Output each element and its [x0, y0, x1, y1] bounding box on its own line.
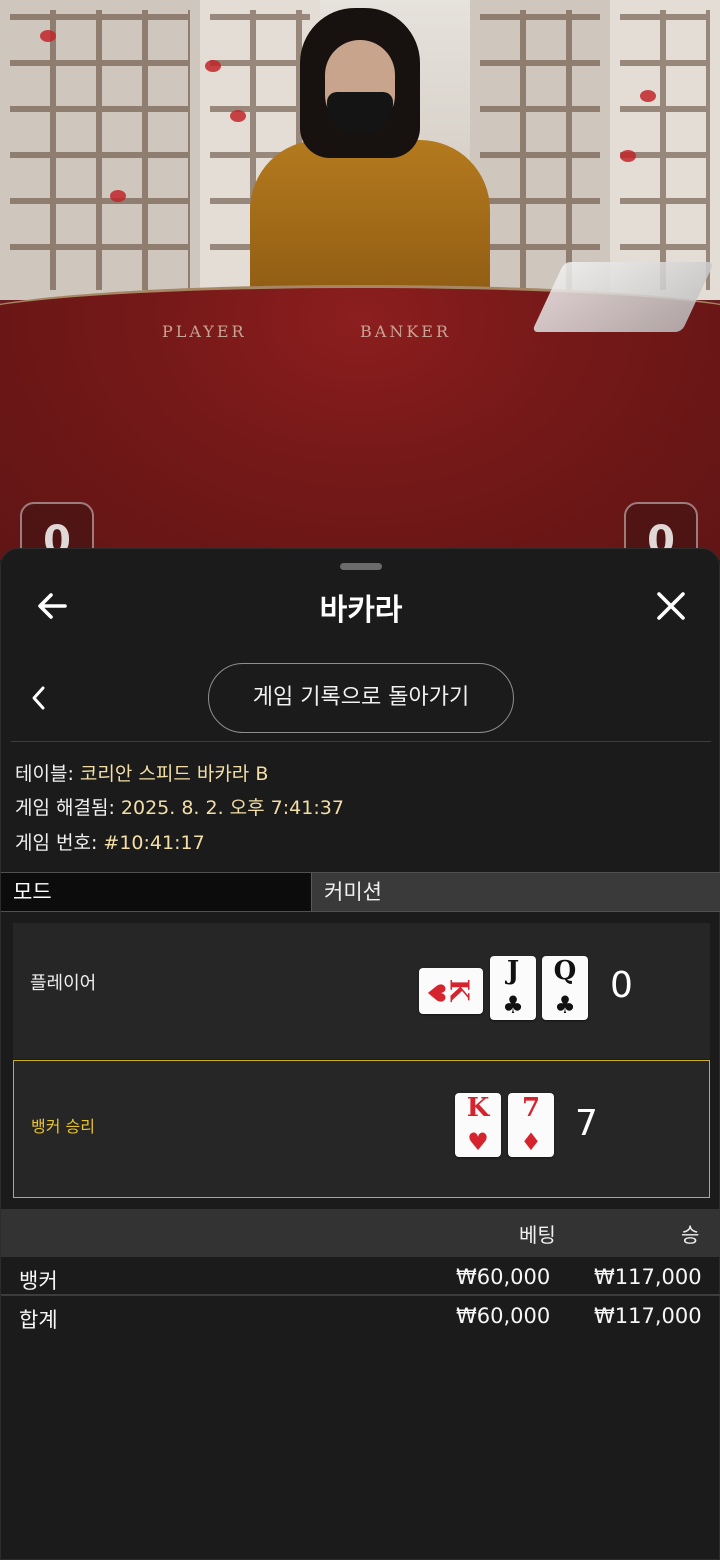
table-row: 뱅커 ₩60,000 ₩117,000 [1, 1259, 720, 1297]
banker-hand-panel: 뱅커 승리 K ♥ 7 ♦ 7 [13, 1060, 710, 1198]
back-to-history-button[interactable]: 게임 기록으로 돌아가기 [208, 663, 514, 733]
player-hand-panel: 플레이어 K ♥ J ♣ Q ♣ 0 [13, 923, 710, 1059]
page-title: 바카라 [319, 593, 403, 628]
felt-banker-text: BANKER [360, 322, 451, 341]
total-label: 합계 [19, 1308, 58, 1332]
row-divider [1, 1294, 720, 1296]
blossom [620, 150, 636, 162]
game-number-info: 게임 번호: #10:41:17 [15, 832, 205, 854]
column-win: 승 [681, 1223, 700, 1247]
bet-amount: ₩60,000 [456, 1265, 551, 1289]
live-video: PLAYER BANKER 0 0 [0, 0, 720, 560]
lattice-screen-right [470, 0, 610, 300]
blossom [205, 60, 221, 72]
close-icon[interactable] [654, 589, 688, 623]
player-label: 플레이어 [30, 973, 97, 994]
tab-mode[interactable]: 모드 [1, 873, 312, 911]
bets-table-header: 베팅 승 [1, 1209, 720, 1257]
chevron-left-icon[interactable] [27, 683, 51, 713]
blossom [640, 90, 656, 102]
divider [11, 741, 711, 742]
player-card-1: J ♣ [490, 956, 536, 1020]
mode-tabs: 모드 커미션 [1, 872, 720, 912]
tab-commission[interactable]: 커미션 [312, 873, 720, 911]
player-score: 0 [610, 965, 633, 1006]
total-bet: ₩60,000 [456, 1304, 551, 1328]
banker-score: 7 [575, 1103, 598, 1144]
lattice-screen-left [0, 0, 200, 300]
sheet-header: 바카라 [1, 579, 720, 631]
player-card-2: Q ♣ [542, 956, 588, 1020]
blossom [40, 30, 56, 42]
table-info: 테이블: 코리안 스피드 바카라 B [15, 763, 269, 785]
blossom [110, 190, 126, 202]
win-amount: ₩117,000 [594, 1265, 702, 1289]
table-row-total: 합계 ₩60,000 ₩117,000 [1, 1298, 720, 1336]
banker-card-1: K ♥ [455, 1093, 501, 1157]
total-win: ₩117,000 [594, 1304, 702, 1328]
column-bet: 베팅 [519, 1223, 556, 1247]
felt-player-text: PLAYER [162, 322, 247, 341]
blossom [230, 110, 246, 122]
bet-name: 뱅커 [19, 1269, 58, 1293]
game-detail-sheet: 바카라 게임 기록으로 돌아가기 테이블: 코리안 스피드 바카라 B 게임 해… [0, 548, 720, 1560]
resolved-info: 게임 해결됨: 2025. 8. 2. 오후 7:41:37 [15, 797, 344, 819]
player-card-3: K ♥ [419, 968, 483, 1014]
banker-win-label: 뱅커 승리 [31, 1117, 95, 1136]
sheet-drag-handle[interactable] [340, 563, 382, 570]
banker-card-2: 7 ♦ [508, 1093, 554, 1157]
